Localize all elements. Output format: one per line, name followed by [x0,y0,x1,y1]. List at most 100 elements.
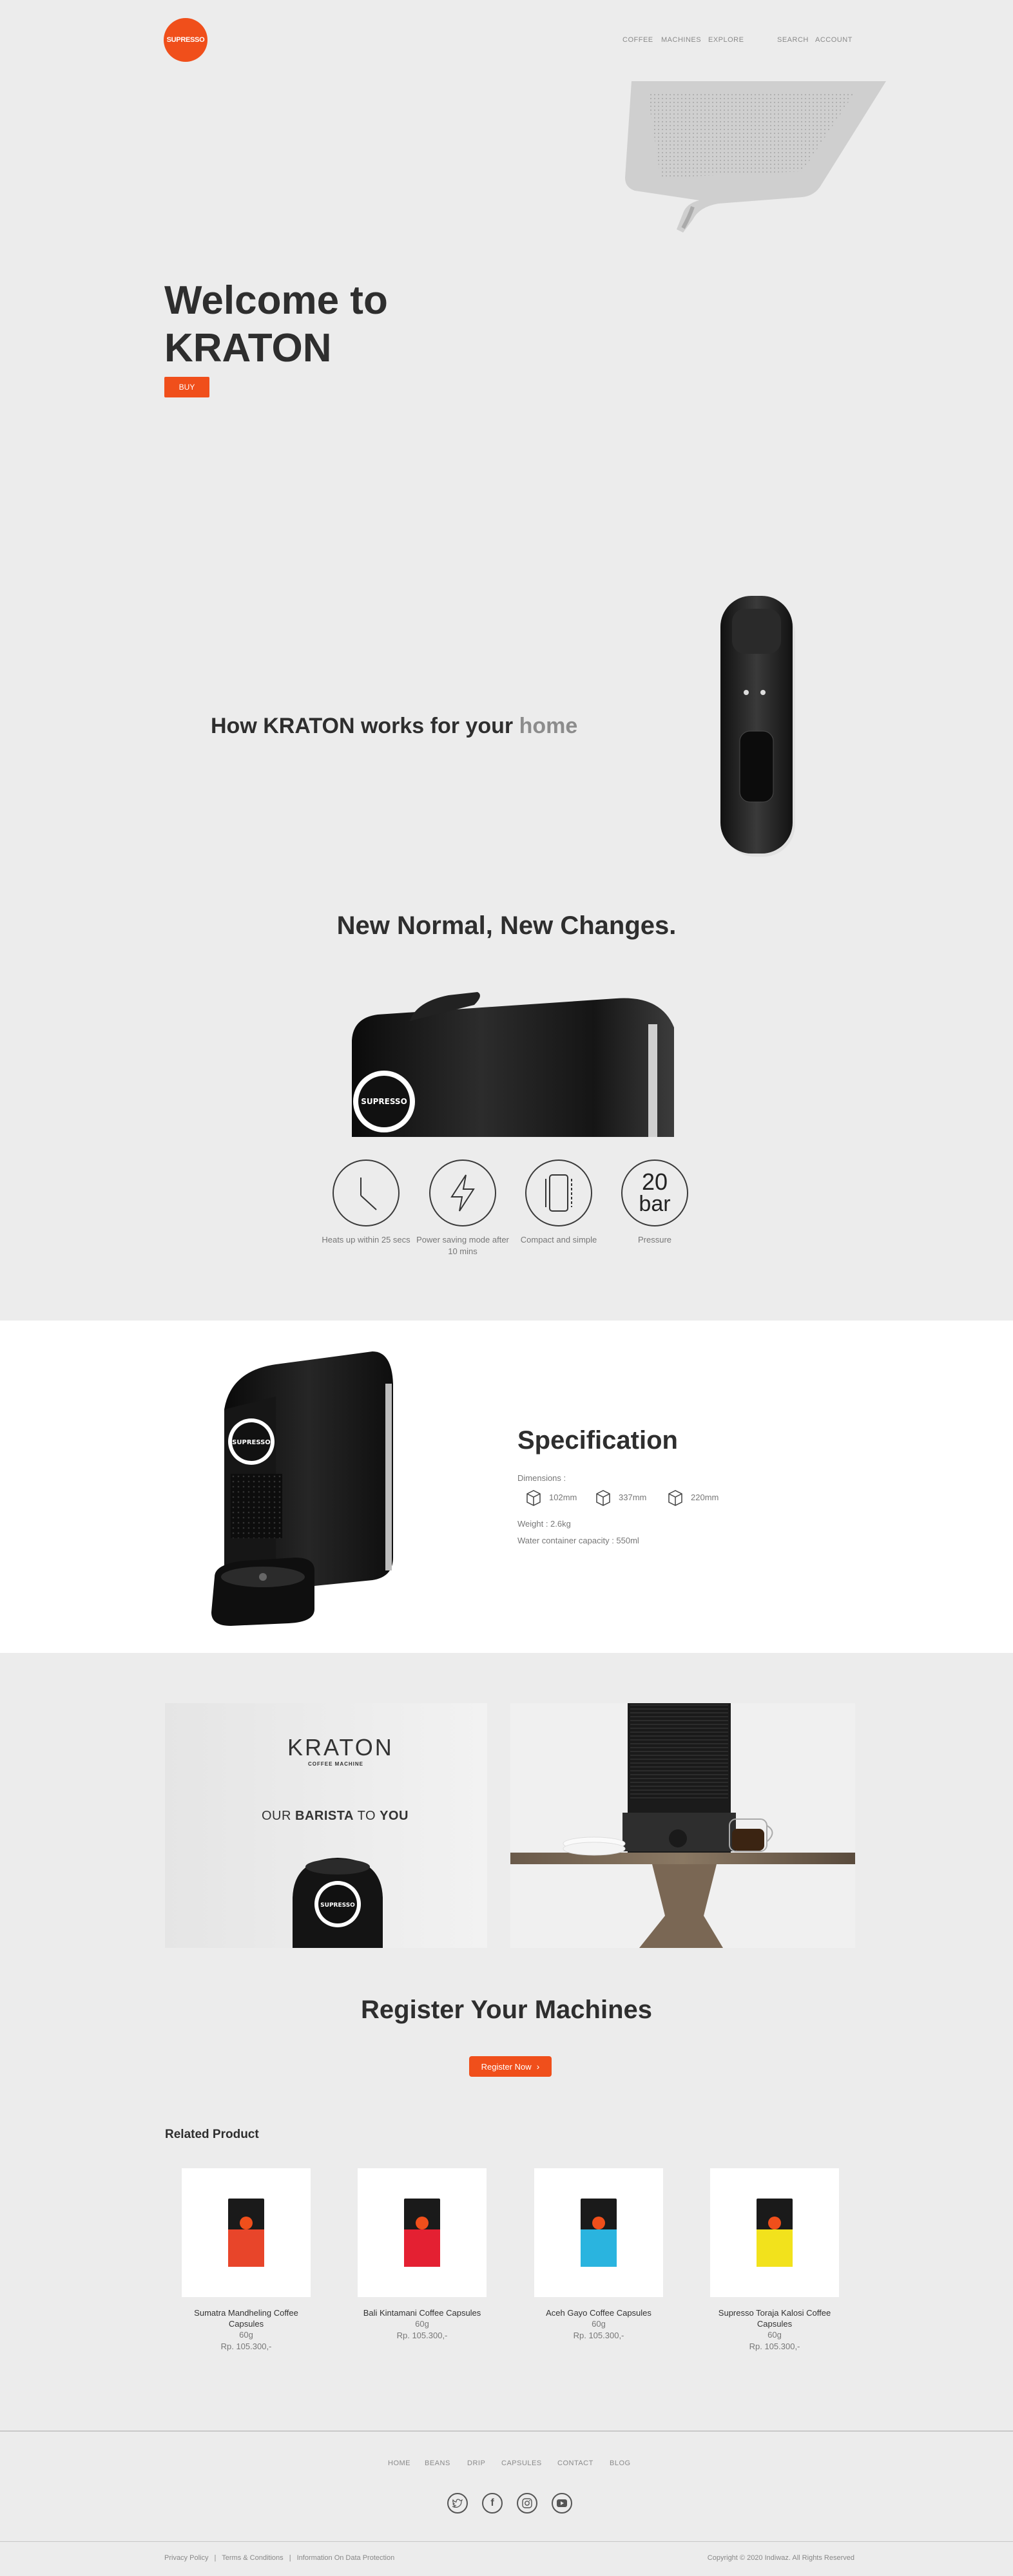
product-weight: 60g [415,2319,429,2329]
data-protection-link[interactable]: Information On Data Protection [297,2554,395,2562]
specification-title: Specification [517,1426,678,1455]
box-icon [526,1490,541,1506]
product-image[interactable] [182,2168,311,2297]
privacy-policy-link[interactable]: Privacy Policy [164,2554,208,2562]
footer-link-blog[interactable]: BLOG [610,2459,631,2467]
feature-pressure: 20 bar Pressure [603,1159,706,1246]
bottom-divider [0,2541,1013,2542]
pressure-value: 20 [641,1169,668,1195]
register-heading: Register Your Machines [361,1996,652,2024]
footer-link-home[interactable]: HOME [388,2459,410,2467]
dimension-height: 337mm [594,1488,646,1506]
product-weight: 60g [767,2330,782,2340]
promo-headline: OUR BARISTA TO YOU [262,1809,409,1824]
hero-machine-image [625,81,886,233]
product-price: Rp. 105.300,- [573,2331,624,2340]
promo-machine-logo: SUPRESSO [320,1902,355,1909]
nav-search[interactable]: SEARCH [777,36,809,44]
machine-front-image: SUPRESSO [352,992,674,1137]
hero-title-line2: KRATON [164,326,332,370]
separator: | [214,2554,217,2562]
dimension-depth: 220mm [666,1488,719,1506]
terms-link[interactable]: Terms & Conditions [222,2554,283,2562]
dimension-value: 337mm [619,1492,647,1502]
box-icon [596,1490,610,1506]
footer-divider [0,2430,1013,2432]
facebook-icon[interactable]: f [482,2493,503,2514]
weight-spec: Weight : 2.6kg [517,1519,571,1529]
feature-caption: Power saving mode after 10 mins [416,1235,509,1256]
twitter-icon[interactable] [447,2493,468,2514]
product-image[interactable] [358,2168,487,2297]
nav-explore[interactable]: EXPLORE [708,36,744,44]
machine-side-view-image [720,596,795,857]
promo-brand: KRATON [287,1734,394,1760]
svg-text:SUPRESSO: SUPRESSO [232,1439,271,1446]
how-accent: home [519,714,578,738]
footer-link-beans[interactable]: BEANS [425,2459,450,2467]
brand-logo[interactable]: SUPRESSO [164,18,207,62]
product-image[interactable] [534,2168,663,2297]
footer-link-drip[interactable]: DRIP [467,2459,485,2467]
nav-machines[interactable]: MACHINES [661,36,701,44]
promo-tagline: COFFEE MACHINE [308,1761,363,1767]
promo-our: OUR [262,1809,295,1823]
water-capacity-spec: Water container capacity : 550ml [517,1536,639,1545]
promo-machine-image: SUPRESSO [293,1858,383,1948]
feature-caption: Heats up within 25 secs [322,1235,410,1245]
product-weight: 60g [239,2330,253,2340]
footer-link-capsules[interactable]: CAPSULES [501,2459,542,2467]
dimension-value: 102mm [549,1492,577,1502]
pressure-icon: 20 bar [621,1159,688,1226]
register-now-button[interactable]: Register Now › [469,2056,552,2077]
clock-icon [333,1159,400,1226]
product-name[interactable]: Aceh Gayo Coffee Capsules [534,2307,663,2318]
product-card[interactable]: Bali Kintamani Coffee Capsules 60g Rp. 1… [358,2168,487,2342]
product-name[interactable]: Bali Kintamani Coffee Capsules [358,2307,487,2318]
product-weight: 60g [592,2319,606,2329]
product-card[interactable]: Aceh Gayo Coffee Capsules 60g Rp. 105.30… [534,2168,663,2342]
product-price: Rp. 105.300,- [396,2331,448,2340]
machine-angle-image: SUPRESSO [211,1351,393,1626]
copyright: Copyright © 2020 Indiwaz. All Rights Res… [707,2554,854,2562]
dimension-width: 102mm [525,1488,577,1506]
product-price: Rp. 105.300,- [220,2342,272,2351]
chevron-right-icon: › [536,2061,540,2072]
nav-coffee[interactable]: COFFEE [622,36,653,44]
buy-button[interactable]: BUY [164,377,209,397]
separator: | [289,2554,291,2562]
promo-barista: BARISTA [295,1809,354,1823]
feature-compact: Compact and simple [507,1159,610,1246]
promo-to: TO [353,1809,380,1823]
feature-caption: Compact and simple [520,1235,597,1245]
dimensions-label: Dimensions : [517,1473,566,1483]
specification-section [0,1321,1013,1653]
nav-account[interactable]: ACCOUNT [815,36,853,44]
lightning-icon [429,1159,496,1226]
product-card[interactable]: Sumatra Mandheling Coffee Capsules 60g R… [182,2168,311,2352]
register-button-label: Register Now [481,2061,532,2072]
hero-title: Welcome to KRATON [164,277,388,372]
youtube-icon[interactable] [552,2493,572,2514]
lifestyle-photo [510,1703,855,1948]
product-image[interactable] [710,2168,839,2297]
feature-caption: Pressure [637,1235,672,1245]
product-name[interactable]: Sumatra Mandheling Coffee Capsules [182,2307,311,2329]
feature-heatup: Heats up within 25 secs [314,1159,418,1246]
product-name[interactable]: Supresso Toraja Kalosi Coffee Capsules [710,2307,839,2329]
instagram-icon[interactable] [517,2493,537,2514]
related-products-heading: Related Product [165,2128,259,2141]
product-price: Rp. 105.300,- [749,2342,800,2351]
barista-promo-banner[interactable]: KRATON COFFEE MACHINE OUR BARISTA TO YOU… [165,1703,487,1948]
legal-links: Privacy Policy | Terms & Conditions | In… [164,2554,394,2562]
new-normal-heading: New Normal, New Changes. [336,911,677,940]
dimension-value: 220mm [691,1492,719,1502]
how-it-works-heading: How KRATON works for your home [211,714,577,739]
pressure-unit: bar [639,1192,671,1216]
footer-link-contact[interactable]: CONTACT [557,2459,593,2467]
box-icon [668,1490,682,1506]
svg-text:SUPRESSO: SUPRESSO [361,1097,407,1106]
product-card[interactable]: Supresso Toraja Kalosi Coffee Capsules 6… [710,2168,839,2352]
hero-title-line1: Welcome to [164,278,388,323]
feature-power-saving: Power saving mode after 10 mins [411,1159,514,1257]
